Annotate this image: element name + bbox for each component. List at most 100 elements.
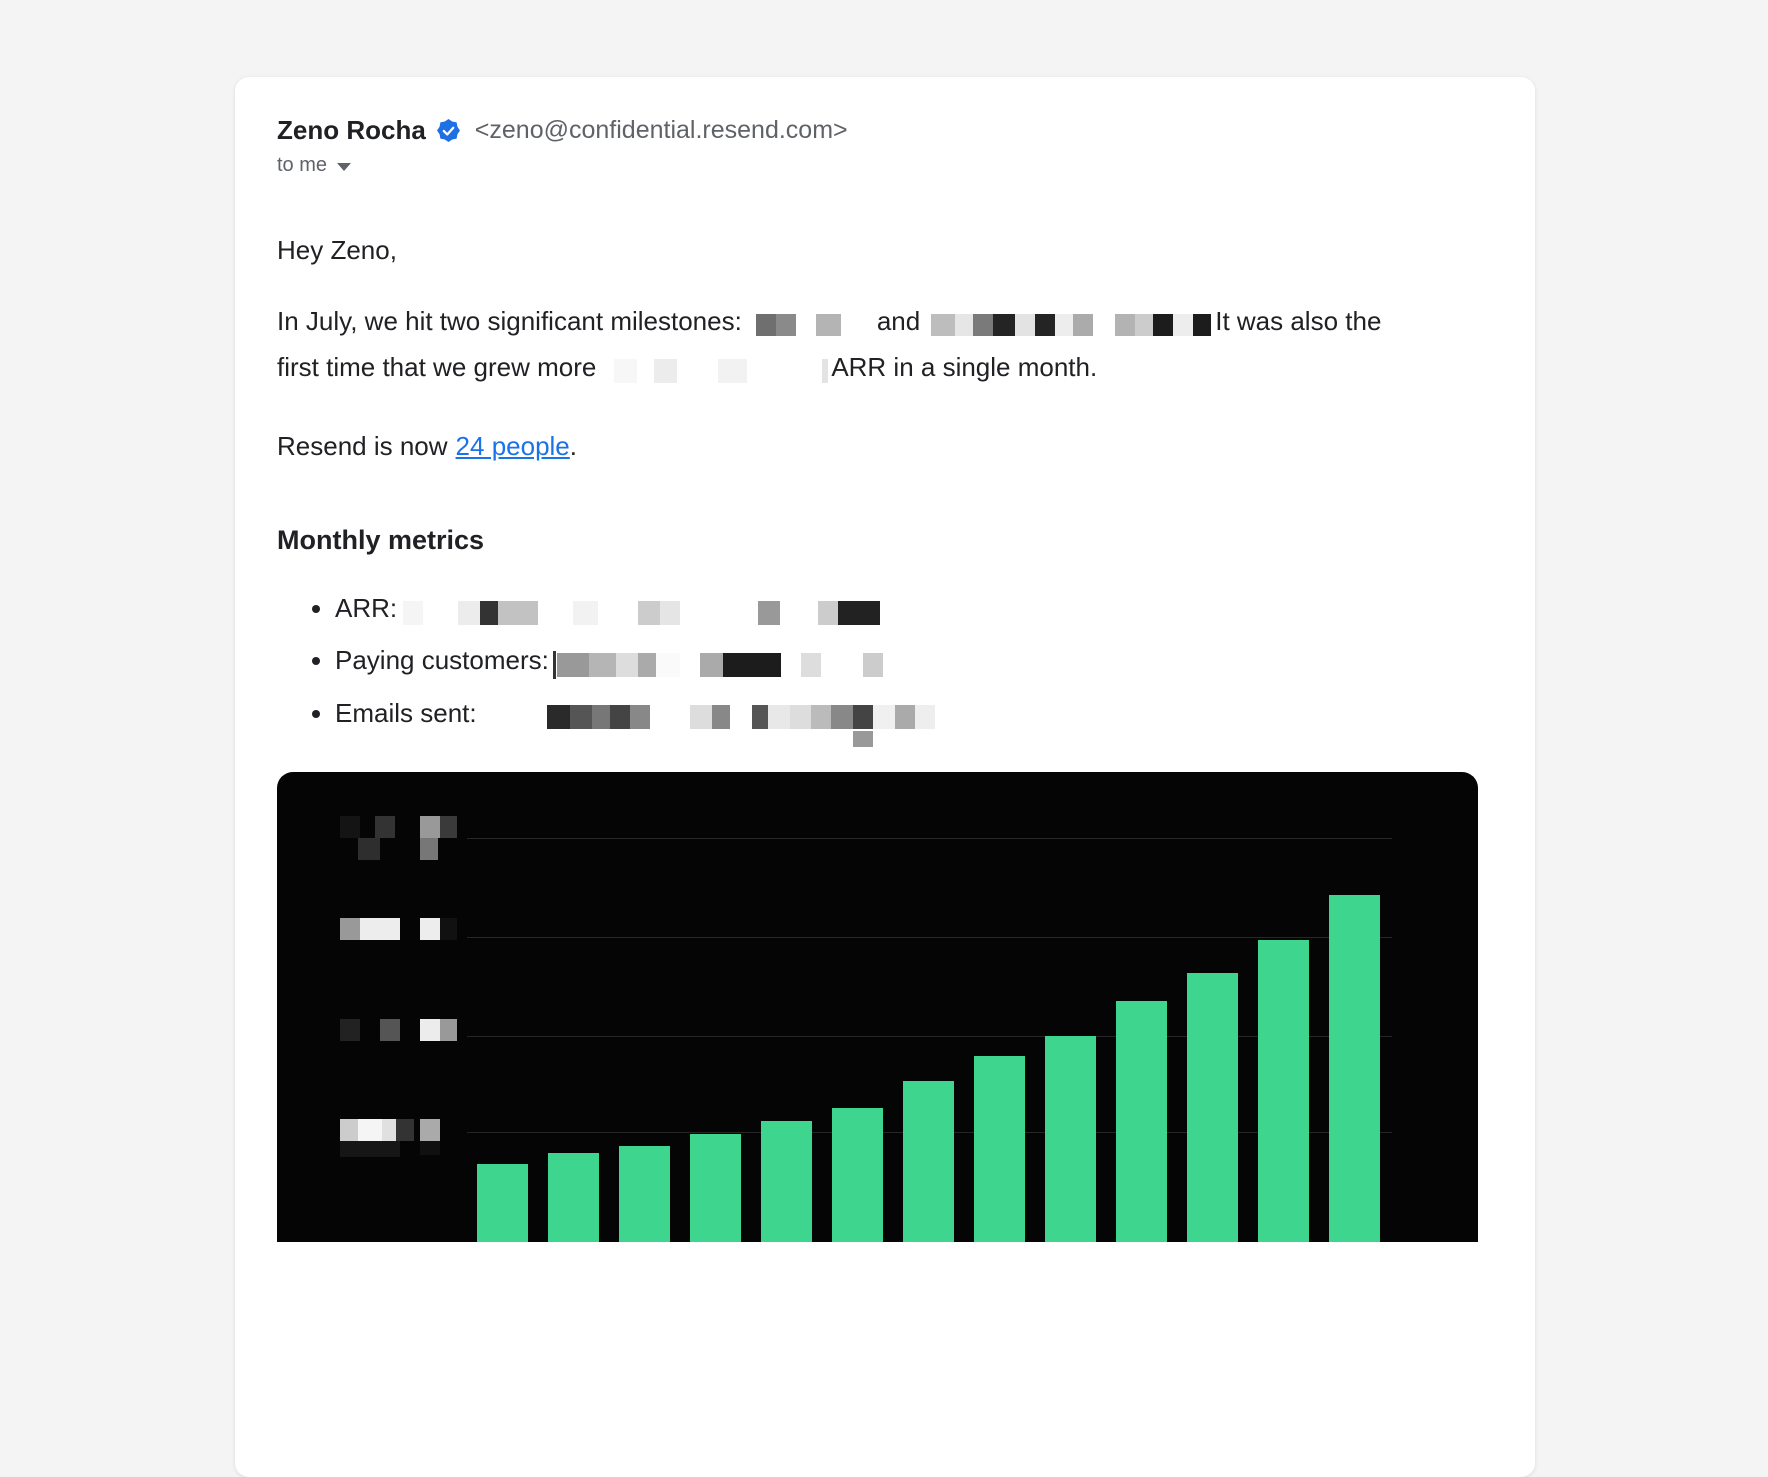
recipient-row[interactable]: to me <box>277 153 1493 177</box>
redaction-block <box>790 705 811 729</box>
redaction-block <box>592 705 610 729</box>
chart-bar <box>548 1153 599 1242</box>
redaction-block <box>498 601 538 625</box>
redaction-block <box>801 653 821 677</box>
redaction-block <box>630 705 650 729</box>
redaction-block <box>403 601 423 625</box>
recipient-label: to me <box>277 154 327 177</box>
redaction-block <box>931 314 955 336</box>
redaction-block <box>1135 314 1153 336</box>
redaction-block <box>768 705 790 729</box>
redaction-block <box>638 653 656 677</box>
redaction-block <box>973 314 993 336</box>
redaction-block <box>718 359 747 383</box>
chart-bar <box>761 1121 812 1242</box>
chart-gridline <box>467 937 1392 938</box>
redaction-block <box>1193 314 1211 336</box>
redaction-block <box>1073 314 1093 336</box>
redaction-block <box>480 601 498 625</box>
redaction-block <box>831 705 853 729</box>
redaction-block <box>776 314 796 336</box>
sender-name: Zeno Rocha <box>277 117 426 143</box>
redaction-block <box>557 653 589 677</box>
metric-label: ARR: <box>335 593 397 623</box>
paragraph-text: In July, we hit two significant mileston… <box>277 306 742 336</box>
redacted-axis-label-block <box>375 816 395 838</box>
team-size-line: Resend is now24 people. <box>277 429 1493 463</box>
metric-label: Paying customers: <box>335 645 549 675</box>
milestones-paragraph: In July, we hit two significant mileston… <box>277 299 1493 391</box>
redaction-block <box>638 601 660 625</box>
redacted-axis-label-block <box>360 918 400 940</box>
redaction-block <box>1055 314 1073 336</box>
redaction-block <box>610 705 630 729</box>
chart-bar <box>1187 973 1238 1242</box>
chart-panel <box>277 772 1478 1242</box>
email-header: Zeno Rocha <zeno@confidential.resend.com… <box>277 117 1493 143</box>
team-size-text: Resend is now <box>277 431 448 461</box>
redaction-block <box>553 651 556 679</box>
redacted-axis-label-block <box>358 838 380 860</box>
page-background: { "colors":{ "page_background":"#f4f4f5"… <box>0 0 1768 1160</box>
redaction-block <box>712 705 730 729</box>
redaction-block <box>818 601 838 625</box>
chart-bar <box>974 1056 1025 1242</box>
redaction-block <box>700 653 723 677</box>
redaction-block <box>1115 314 1135 336</box>
redacted-axis-label-block <box>340 1141 400 1157</box>
greeting-text: Hey Zeno, <box>277 233 1493 267</box>
metrics-list: ARR: Paying customers: Emails sent: <box>277 583 1493 739</box>
redaction-block <box>811 705 831 729</box>
metrics-heading: Monthly metrics <box>277 523 1493 557</box>
chart-gridline <box>467 838 1392 839</box>
redaction-block <box>756 314 776 336</box>
redaction-block <box>660 601 680 625</box>
redacted-axis-label-block <box>382 1119 396 1141</box>
chart-bar <box>477 1164 528 1242</box>
redacted-axis-label-block <box>380 1019 400 1041</box>
redacted-axis-label-block <box>420 1119 440 1141</box>
redaction-block <box>752 705 768 729</box>
redacted-axis-label-block <box>440 918 457 940</box>
chart-bar <box>1258 940 1309 1242</box>
redacted-text <box>931 301 1211 345</box>
metric-label: Emails sent: <box>335 698 477 728</box>
redacted-axis-label-block <box>420 1019 440 1041</box>
metric-item-arr: ARR: <box>335 583 1493 635</box>
chart-bar <box>619 1146 670 1242</box>
metric-item-emails-sent: Emails sent: <box>335 688 1493 740</box>
chart-bar <box>1329 895 1380 1242</box>
redaction-block <box>690 705 712 729</box>
redaction-block <box>955 314 973 336</box>
paragraph-text: It was also the <box>1215 306 1381 336</box>
redaction-block <box>616 653 638 677</box>
redaction-block <box>1173 314 1193 336</box>
redaction-block <box>723 653 781 677</box>
redacted-text <box>756 301 841 345</box>
redaction-block <box>656 653 680 677</box>
redaction-block <box>895 705 915 729</box>
email-card: Zeno Rocha <zeno@confidential.resend.com… <box>235 77 1535 1477</box>
redaction-block <box>816 314 841 336</box>
redaction-block <box>993 314 1015 336</box>
redacted-axis-label-block <box>340 918 360 940</box>
redacted-axis-label-block <box>340 1119 358 1141</box>
redaction-block <box>570 705 592 729</box>
redacted-axis-label-block <box>420 918 440 940</box>
team-size-link[interactable]: 24 people <box>456 431 570 461</box>
redacted-axis-label-block <box>396 1119 414 1141</box>
metric-item-paying-customers: Paying customers: <box>335 635 1493 687</box>
verified-badge-icon <box>436 118 461 143</box>
chevron-down-icon[interactable] <box>337 163 351 171</box>
redacted-axis-label-block <box>420 816 440 838</box>
redacted-value <box>547 698 935 732</box>
redaction-block <box>589 653 616 677</box>
paragraph-line-1: In July, we hit two significant mileston… <box>277 299 1493 345</box>
chart-bar <box>1045 1036 1096 1242</box>
chart-gridline <box>467 1036 1392 1037</box>
chart-bar <box>1116 1001 1167 1242</box>
redacted-value <box>403 593 880 627</box>
redacted-axis-label-block <box>340 816 360 838</box>
redaction-block <box>654 359 677 383</box>
redaction-block <box>1015 314 1035 336</box>
